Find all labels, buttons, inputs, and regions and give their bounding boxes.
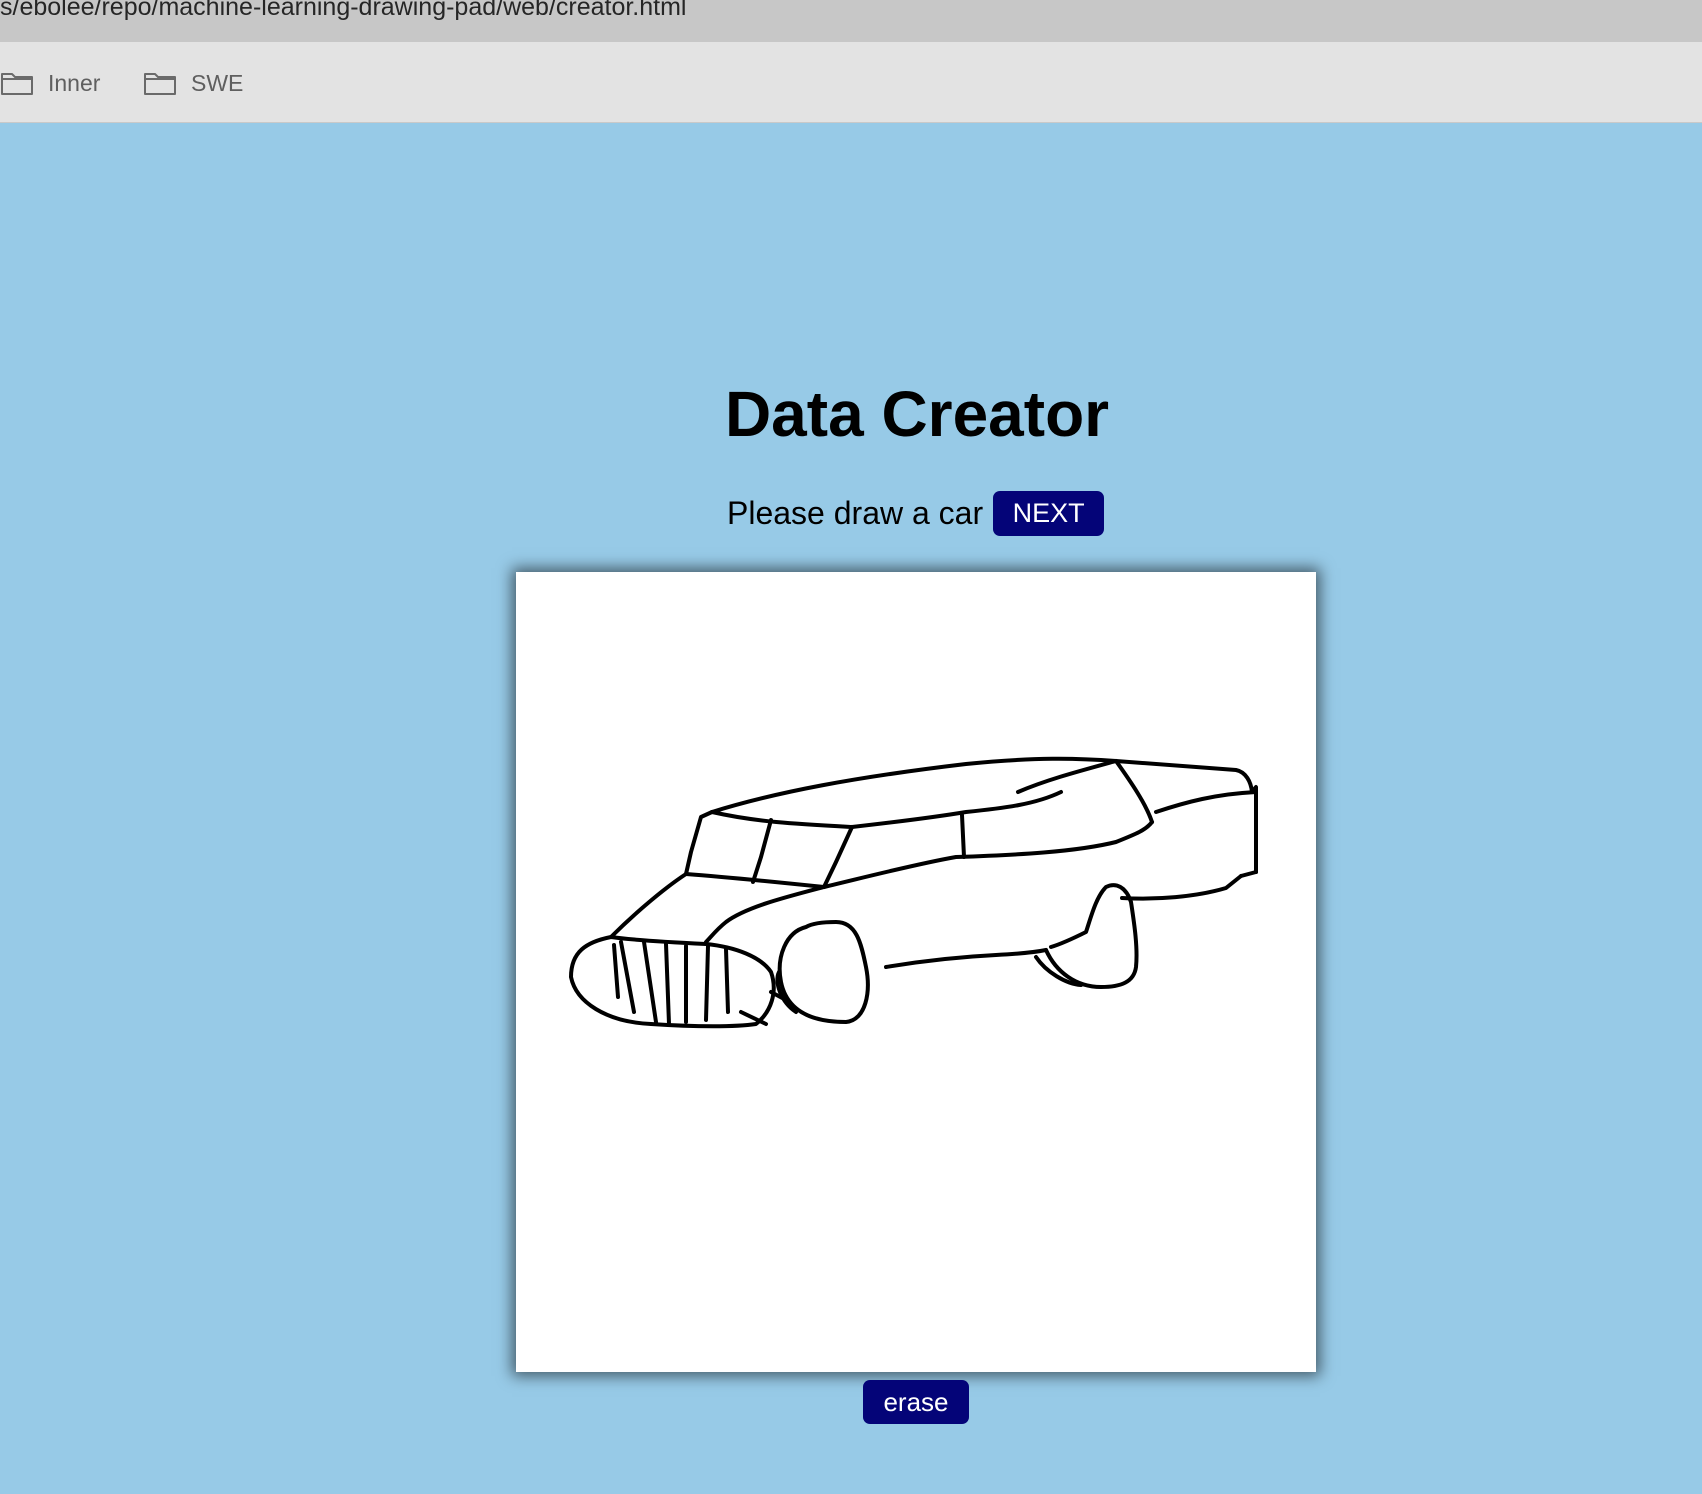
car-sketch — [569, 756, 1258, 1029]
url-text[interactable]: s/ebolee/repo/machine-learning-drawing-p… — [0, 0, 687, 22]
draw-prompt: Please draw a car — [727, 494, 984, 531]
next-button[interactable]: NEXT — [993, 490, 1105, 536]
page-title: Data Creator — [724, 378, 1110, 450]
bookmark-swe[interactable]: SWE — [143, 66, 243, 100]
folder-icon — [1, 73, 33, 95]
bookmark-label: SWE — [191, 69, 244, 96]
erase-button[interactable]: erase — [863, 1380, 969, 1424]
folder-icon — [144, 73, 176, 95]
drawing-canvas[interactable] — [516, 572, 1316, 1372]
bookmark-inner[interactable]: Inner — [0, 66, 100, 100]
address-bar[interactable]: s/ebolee/repo/machine-learning-drawing-p… — [0, 0, 1702, 42]
bookmarks-bar: Inner SWE — [0, 42, 1702, 123]
prompt-row: Please draw a car NEXT — [727, 490, 1105, 536]
bookmark-label: Inner — [48, 69, 101, 96]
